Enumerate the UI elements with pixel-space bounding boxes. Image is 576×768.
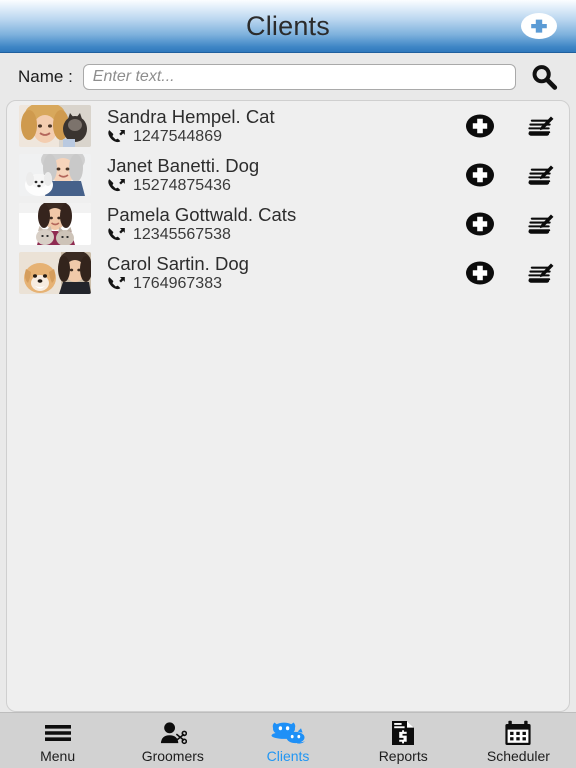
- pets-icon: [270, 719, 306, 747]
- client-phone-number: 15274875436: [133, 176, 231, 194]
- edit-notes-icon[interactable]: [525, 111, 555, 141]
- row-text: Janet Banetti. Dog 15274875436: [91, 155, 457, 195]
- client-name: Pamela Gottwald. Cats: [107, 203, 297, 225]
- tab-groomers[interactable]: Groomers: [115, 713, 230, 768]
- client-phone-number: 1764967383: [133, 274, 222, 292]
- groomer-icon: [158, 719, 188, 747]
- row-actions: [457, 111, 555, 141]
- tab-label: Scheduler: [486, 748, 550, 764]
- client-name: Carol Sartin. Dog: [107, 252, 249, 274]
- avatar: [19, 104, 91, 147]
- tab-clients[interactable]: Clients: [230, 713, 345, 768]
- client-phone-number: 12345567538: [133, 225, 231, 243]
- add-client-button[interactable]: [520, 12, 558, 40]
- client-phone: 12345567538: [107, 226, 457, 244]
- add-appointment-icon[interactable]: [465, 160, 495, 190]
- edit-notes-icon[interactable]: [525, 160, 555, 190]
- phone-outgoing-icon: [108, 129, 125, 143]
- avatar: [19, 251, 91, 294]
- row-text: Carol Sartin. Dog 1764967383: [91, 253, 457, 293]
- tab-label: Reports: [378, 748, 428, 764]
- tab-reports[interactable]: Reports: [346, 713, 461, 768]
- add-appointment-icon[interactable]: [465, 258, 495, 288]
- search-button[interactable]: [526, 60, 562, 94]
- client-name: Janet Banetti. Dog: [107, 154, 260, 176]
- add-appointment-icon[interactable]: [465, 111, 495, 141]
- client-phone: 15274875436: [107, 177, 457, 195]
- hamburger-icon: [44, 719, 72, 747]
- row-actions: [457, 258, 555, 288]
- client-phone-number: 1247544869: [133, 127, 222, 145]
- edit-notes-icon[interactable]: [525, 258, 555, 288]
- tab-label: Groomers: [141, 748, 204, 764]
- client-name: Sandra Hempel. Cat: [107, 105, 275, 127]
- phone-outgoing-icon: [108, 178, 125, 192]
- table-row[interactable]: Sandra Hempel. Cat 1247544869: [7, 101, 569, 150]
- tab-label: Menu: [40, 748, 76, 764]
- phone-outgoing-icon: [108, 227, 125, 241]
- row-text: Pamela Gottwald. Cats 12345567538: [91, 204, 457, 244]
- client-phone: 1247544869: [107, 128, 457, 146]
- avatar: [19, 202, 91, 245]
- tab-scheduler[interactable]: Scheduler: [461, 713, 576, 768]
- table-row[interactable]: Pamela Gottwald. Cats 12345567538: [7, 199, 569, 248]
- search-label: Name :: [18, 66, 73, 86]
- tab-menu[interactable]: Menu: [0, 713, 115, 768]
- app-header: Clients: [0, 0, 576, 53]
- edit-notes-icon[interactable]: [525, 209, 555, 239]
- phone-outgoing-icon: [108, 276, 125, 290]
- report-icon: [391, 719, 415, 747]
- table-row[interactable]: Carol Sartin. Dog 1764967383: [7, 248, 569, 297]
- search-bar: Name :: [0, 53, 576, 100]
- tab-label: Clients: [266, 748, 310, 764]
- avatar: [19, 153, 91, 196]
- row-text: Sandra Hempel. Cat 1247544869: [91, 106, 457, 146]
- calendar-icon: [504, 719, 532, 747]
- row-actions: [457, 160, 555, 190]
- table-row[interactable]: Janet Banetti. Dog 15274875436: [7, 150, 569, 199]
- client-phone: 1764967383: [107, 275, 457, 293]
- add-appointment-icon[interactable]: [465, 209, 495, 239]
- search-input[interactable]: [82, 63, 516, 90]
- app-root: Clients Name : Enter text... Sandra Hemp…: [0, 0, 576, 768]
- client-list-panel: Sandra Hempel. Cat 1247544869 Janet Bane…: [6, 100, 570, 712]
- row-actions: [457, 209, 555, 239]
- bottom-tab-bar: Menu Groomers Clients Reports Scheduler: [0, 712, 576, 768]
- page-title: Clients: [246, 10, 330, 41]
